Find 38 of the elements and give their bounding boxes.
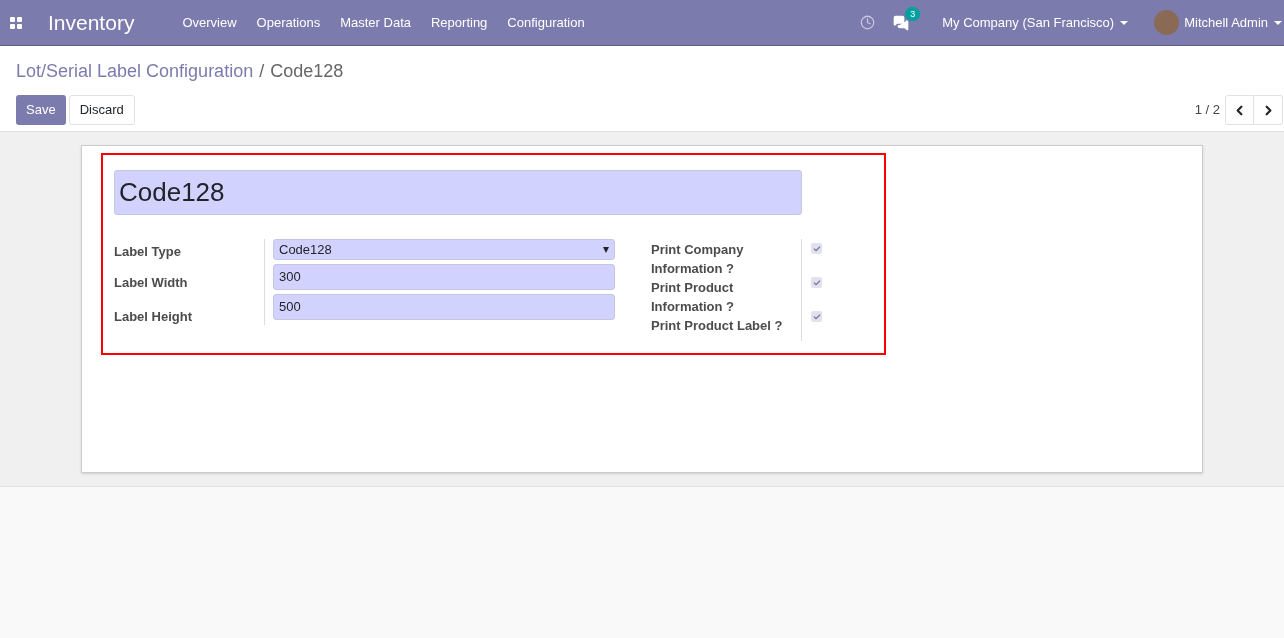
checkbox[interactable] <box>811 243 822 254</box>
app-name[interactable]: Inventory <box>48 6 135 39</box>
check-icon <box>812 312 821 321</box>
menu-item[interactable]: Overview <box>182 12 237 33</box>
field-label: Label Height <box>114 308 193 326</box>
previous-button[interactable] <box>1225 95 1254 125</box>
breadcrumb-separator: / <box>259 60 265 83</box>
activity-clock-icon[interactable] <box>860 15 876 30</box>
input-field[interactable]: 500 <box>273 294 615 320</box>
field-label: Label Type <box>114 243 182 261</box>
next-button[interactable] <box>1254 95 1283 125</box>
message-count-badge: 3 <box>905 6 921 21</box>
avatar-placeholder <box>1154 10 1180 35</box>
checkbox[interactable] <box>811 277 822 288</box>
check-icon <box>812 244 821 253</box>
menu-item[interactable]: Operations <box>256 12 321 33</box>
field-label: Label Width <box>114 273 189 292</box>
label-type-select[interactable]: Code128 <box>273 239 615 260</box>
menu-item[interactable]: Master Data <box>340 12 411 33</box>
company-switcher[interactable]: My Company (San Francisco) <box>942 12 1129 33</box>
apps-menu-icon[interactable] <box>10 16 22 29</box>
check-icon <box>812 278 821 287</box>
checkbox[interactable] <box>811 311 822 322</box>
menu-item[interactable]: Reporting <box>431 12 488 33</box>
save-button[interactable]: Save <box>16 95 66 125</box>
checkbox-label: Print Product Label ? <box>651 317 784 335</box>
user-menu[interactable]: Mitchell Admin <box>1184 12 1282 33</box>
input-field[interactable]: 300 <box>273 264 615 290</box>
discard-button[interactable]: Discard <box>68 95 135 125</box>
menu-item[interactable]: Configuration <box>507 12 585 33</box>
name-field[interactable]: Code128 <box>114 170 802 215</box>
pager-value: 1 / 2 <box>1194 101 1220 120</box>
breadcrumb-current: Code128 <box>270 60 344 83</box>
messages-icon[interactable] <box>893 14 910 31</box>
checkbox-label: Print Company Information ? <box>651 241 745 278</box>
checkbox-label: Print Product Information ? <box>651 279 736 316</box>
caret-icon <box>603 246 609 253</box>
breadcrumb-link[interactable]: Lot/Serial Label Configuration <box>16 58 254 85</box>
